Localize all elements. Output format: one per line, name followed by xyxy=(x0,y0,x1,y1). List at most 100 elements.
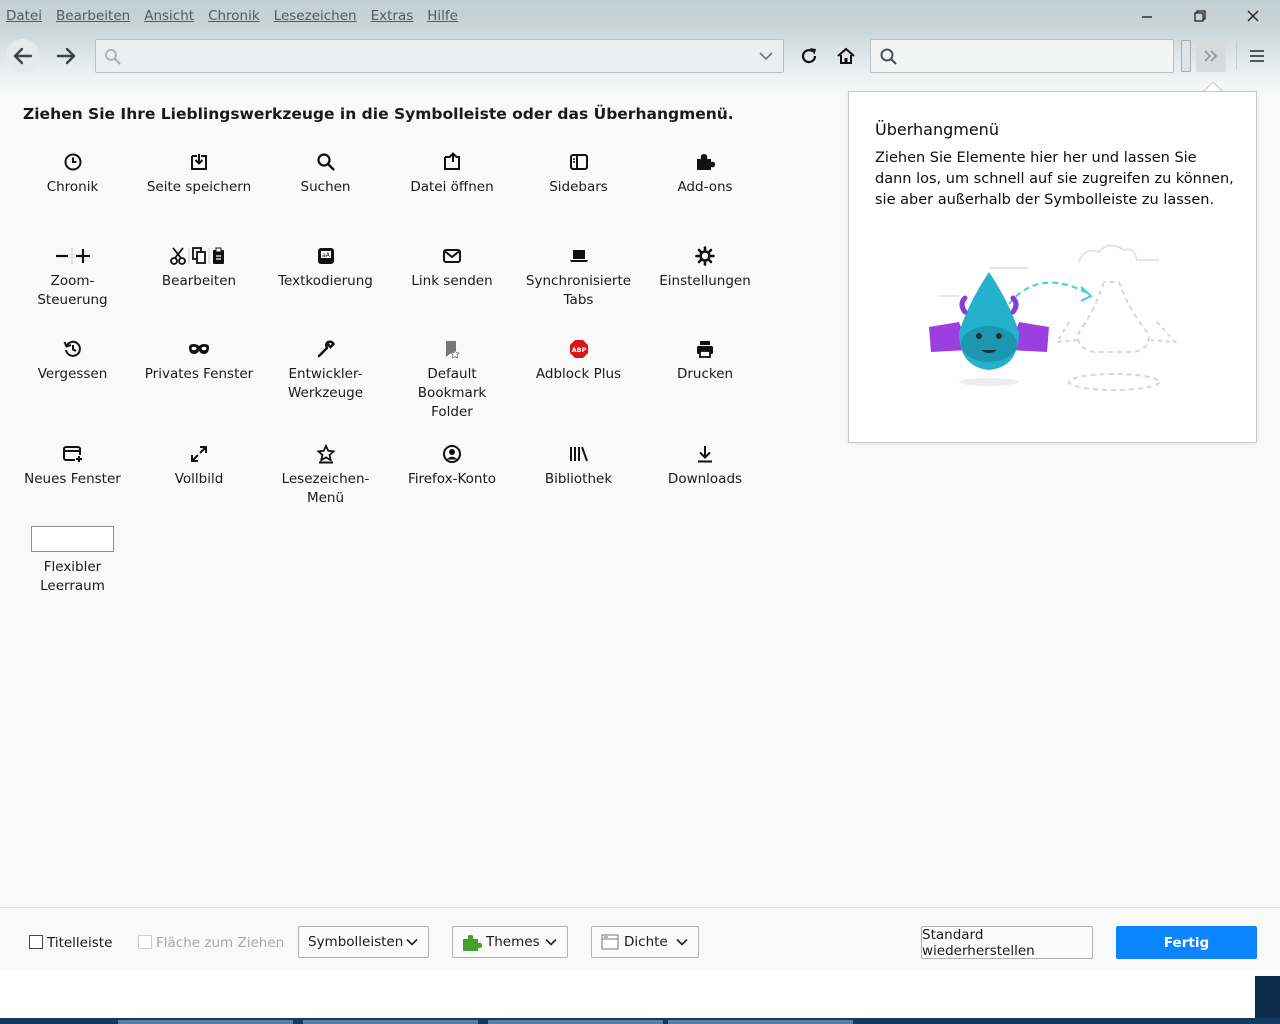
home-button[interactable] xyxy=(834,44,858,68)
svg-text:ABP: ABP xyxy=(571,346,586,354)
footer-divider xyxy=(0,907,1280,908)
close-icon xyxy=(1247,10,1259,22)
palette-item-bookmark-folder[interactable]: Default Bookmark Folder xyxy=(389,337,516,422)
forward-arrow-icon xyxy=(56,47,76,65)
overflow-chevron-icon xyxy=(1204,50,1218,62)
palette-item-bookmark-menu[interactable]: Lesezeichen- Menü xyxy=(262,442,389,508)
menu-lesezeichen[interactable]: Lesezeichen xyxy=(274,8,357,24)
restore-defaults-button[interactable]: Standard wiederherstellen xyxy=(921,926,1093,959)
menu-extras[interactable]: Extras xyxy=(371,8,414,24)
palette-item-gear[interactable]: Einstellungen xyxy=(642,244,769,291)
palette-item-printer[interactable]: Drucken xyxy=(642,337,769,384)
search-icon xyxy=(262,150,389,174)
menubar: Datei Bearbeiten Ansicht Chronik Lesezei… xyxy=(0,0,472,32)
bookmark-menu-icon xyxy=(262,442,389,466)
open-file-icon xyxy=(389,150,516,174)
back-arrow-icon xyxy=(13,47,33,65)
restore-button[interactable] xyxy=(1180,4,1220,28)
palette-item-forget-history[interactable]: Vergessen xyxy=(9,337,136,384)
search-icon xyxy=(880,48,897,65)
main-menu-button[interactable] xyxy=(1245,44,1269,68)
forget-history-icon xyxy=(9,337,136,361)
home-icon xyxy=(837,47,855,64)
palette-item-puzzle[interactable]: Add-ons xyxy=(642,150,769,197)
palette-item-label: Bearbeiten xyxy=(161,273,237,289)
palette-item-cut-copy-paste[interactable]: Bearbeiten xyxy=(136,244,263,291)
titlebar-checkbox[interactable] xyxy=(29,935,43,949)
palette-item-label: Einstellungen xyxy=(659,273,751,289)
titlebar: Datei Bearbeiten Ansicht Chronik Lesezei… xyxy=(0,0,1280,95)
text-encoding-icon: aA xyxy=(262,244,389,268)
back-button[interactable] xyxy=(6,39,40,73)
palette-item-label: Vergessen xyxy=(37,366,108,382)
palette-item-label: Zoom- Steuerung xyxy=(37,273,108,308)
taskbar-corner xyxy=(1255,976,1280,1024)
palette-item-library[interactable]: Bibliothek xyxy=(515,442,642,489)
themes-dropdown[interactable]: Themes xyxy=(452,926,568,958)
menu-chronik[interactable]: Chronik xyxy=(208,8,260,24)
palette-item-zoom[interactable]: Zoom- Steuerung xyxy=(9,244,136,310)
palette-item-label: Link senden xyxy=(411,273,493,289)
reload-button[interactable] xyxy=(797,44,821,68)
palette-item-label: Lesezeichen- Menü xyxy=(281,471,370,506)
palette-item-search[interactable]: Suchen xyxy=(262,150,389,197)
titlebar-checkbox-label[interactable]: Titelleiste xyxy=(47,935,112,951)
palette-item-synced-tabs[interactable]: Synchronisierte Tabs xyxy=(515,244,642,310)
palette-item-wrench[interactable]: Entwickler- Werkzeuge xyxy=(262,337,389,403)
library-icon xyxy=(515,442,642,466)
palette-item-save-page[interactable]: Seite speichern xyxy=(136,150,263,197)
palette-item-mail[interactable]: Link senden xyxy=(389,244,516,291)
toolbars-dropdown[interactable]: Symbolleisten xyxy=(298,926,429,958)
palette-item-label: Vollbild xyxy=(174,471,224,487)
menu-ansicht[interactable]: Ansicht xyxy=(144,8,194,24)
overflow-button[interactable] xyxy=(1196,40,1226,72)
palette-item-label: Chronik xyxy=(46,179,99,195)
density-dropdown[interactable]: Dichte xyxy=(591,926,699,958)
palette-item-new-window[interactable]: Neues Fenster xyxy=(9,442,136,489)
menu-datei[interactable]: Datei xyxy=(6,8,42,24)
url-bar[interactable] xyxy=(95,39,784,73)
forward-button[interactable] xyxy=(49,39,83,73)
bookmark-folder-icon xyxy=(389,337,516,361)
palette-item-clock[interactable]: Chronik xyxy=(9,150,136,197)
toolbar-separator xyxy=(1236,42,1237,70)
wrench-icon xyxy=(262,337,389,361)
overflow-panel-title: Überhangmenü xyxy=(875,120,999,139)
palette-item-label: Firefox-Konto xyxy=(407,471,497,487)
palette-item-label: Entwickler- Werkzeuge xyxy=(287,366,364,401)
page-bottom-area xyxy=(0,969,1280,1024)
account-icon xyxy=(389,442,516,466)
palette-item-label: Privates Fenster xyxy=(144,366,254,382)
flexible-space-box xyxy=(31,526,114,552)
search-bar[interactable] xyxy=(870,39,1174,73)
palette-item-download[interactable]: Downloads xyxy=(642,442,769,489)
adblock-icon: ABP xyxy=(515,337,642,361)
palette-item-open-file[interactable]: Datei öffnen xyxy=(389,150,516,197)
done-button[interactable]: Fertig xyxy=(1116,926,1257,959)
overflow-panel-description: Ziehen Sie Elemente hier her und lassen … xyxy=(875,150,1234,208)
themes-dropdown-label: Themes xyxy=(486,934,540,950)
synced-tabs-icon xyxy=(515,244,642,268)
palette-item-label: Add-ons xyxy=(677,179,733,195)
save-page-icon xyxy=(136,150,263,174)
puzzle-icon xyxy=(463,934,482,951)
palette-item-label: Synchronisierte Tabs xyxy=(525,273,632,308)
menu-hilfe[interactable]: Hilfe xyxy=(427,8,458,24)
palette-heading: Ziehen Sie Ihre Lieblingswerkzeuge in di… xyxy=(23,105,734,123)
zoom-icon xyxy=(9,244,136,268)
palette-item-flexible-space-box[interactable]: Flexibler Leerraum xyxy=(9,526,136,596)
chevron-down-icon[interactable] xyxy=(759,51,773,61)
menu-bearbeiten[interactable]: Bearbeiten xyxy=(56,8,130,24)
minimize-button[interactable] xyxy=(1127,4,1167,28)
close-button[interactable] xyxy=(1233,4,1273,28)
palette-item-private-mask[interactable]: Privates Fenster xyxy=(136,337,263,384)
palette-item-sidebar[interactable]: Sidebars xyxy=(515,150,642,197)
palette-item-account[interactable]: Firefox-Konto xyxy=(389,442,516,489)
palette-item-label: Textkodierung xyxy=(278,273,373,289)
toolbar-drop-slot[interactable] xyxy=(1181,40,1191,72)
palette-item-fullscreen[interactable]: Vollbild xyxy=(136,442,263,489)
search-icon xyxy=(105,49,121,65)
chevron-down-icon xyxy=(676,938,688,946)
palette-item-adblock[interactable]: ABP Adblock Plus xyxy=(515,337,642,384)
palette-item-text-encoding[interactable]: aA Textkodierung xyxy=(262,244,389,291)
